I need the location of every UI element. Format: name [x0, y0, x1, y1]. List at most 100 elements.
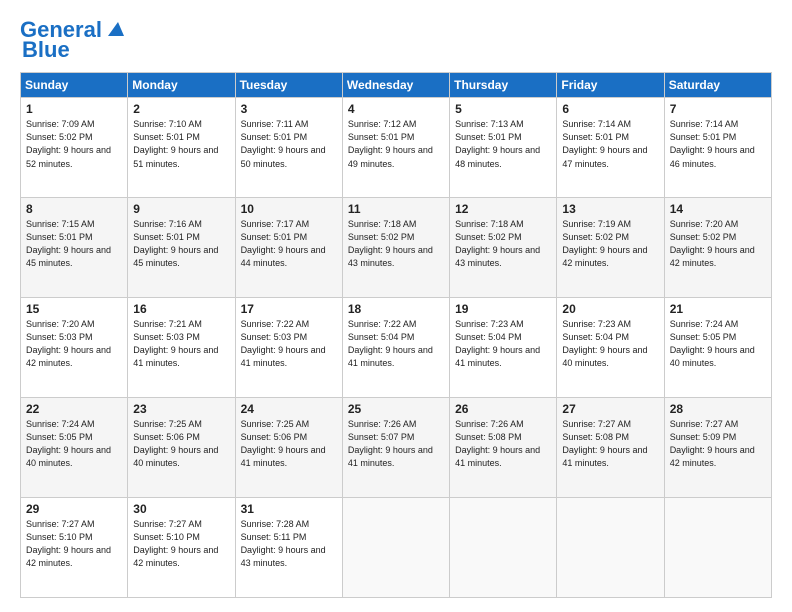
day-info: Sunrise: 7:16 AMSunset: 5:01 PMDaylight:… — [133, 219, 218, 268]
week-row-2: 8 Sunrise: 7:15 AMSunset: 5:01 PMDaylight… — [21, 198, 772, 298]
day-number: 2 — [133, 102, 229, 116]
day-info: Sunrise: 7:19 AMSunset: 5:02 PMDaylight:… — [562, 219, 647, 268]
day-number: 13 — [562, 202, 658, 216]
logo-blue: Blue — [22, 38, 70, 62]
calendar-cell: 31 Sunrise: 7:28 AMSunset: 5:11 PMDayligh… — [235, 498, 342, 598]
week-row-1: 1 Sunrise: 7:09 AMSunset: 5:02 PMDaylight… — [21, 98, 772, 198]
col-header-wednesday: Wednesday — [342, 73, 449, 98]
day-number: 8 — [26, 202, 122, 216]
day-info: Sunrise: 7:14 AMSunset: 5:01 PMDaylight:… — [562, 119, 647, 168]
day-info: Sunrise: 7:20 AMSunset: 5:03 PMDaylight:… — [26, 319, 111, 368]
day-info: Sunrise: 7:27 AMSunset: 5:10 PMDaylight:… — [26, 519, 111, 568]
calendar-cell: 12 Sunrise: 7:18 AMSunset: 5:02 PMDayligh… — [450, 198, 557, 298]
calendar-cell: 20Sunrise: 7:23 AMSunset: 5:04 PMDayligh… — [557, 298, 664, 398]
day-number: 9 — [133, 202, 229, 216]
day-number: 18 — [348, 302, 444, 316]
col-header-thursday: Thursday — [450, 73, 557, 98]
day-info: Sunrise: 7:18 AMSunset: 5:02 PMDaylight:… — [455, 219, 540, 268]
day-number: 1 — [26, 102, 122, 116]
day-number: 26 — [455, 402, 551, 416]
week-row-3: 15 Sunrise: 7:20 AMSunset: 5:03 PMDayligh… — [21, 298, 772, 398]
col-header-sunday: Sunday — [21, 73, 128, 98]
day-info: Sunrise: 7:17 AMSunset: 5:01 PMDaylight:… — [241, 219, 326, 268]
day-info: Sunrise: 7:18 AMSunset: 5:02 PMDaylight:… — [348, 219, 433, 268]
day-number: 15 — [26, 302, 122, 316]
calendar-cell: 5 Sunrise: 7:13 AMSunset: 5:01 PMDaylight… — [450, 98, 557, 198]
day-info: Sunrise: 7:27 AMSunset: 5:08 PMDaylight:… — [562, 419, 647, 468]
day-number: 20 — [562, 302, 658, 316]
calendar-cell: 6 Sunrise: 7:14 AMSunset: 5:01 PMDaylight… — [557, 98, 664, 198]
calendar-cell: 23 Sunrise: 7:25 AMSunset: 5:06 PMDayligh… — [128, 398, 235, 498]
calendar-cell: 25Sunrise: 7:26 AMSunset: 5:07 PMDayligh… — [342, 398, 449, 498]
calendar-cell — [450, 498, 557, 598]
day-info: Sunrise: 7:09 AMSunset: 5:02 PMDaylight:… — [26, 119, 111, 168]
calendar-cell: 7 Sunrise: 7:14 AMSunset: 5:01 PMDaylight… — [664, 98, 771, 198]
calendar-cell: 18 Sunrise: 7:22 AMSunset: 5:04 PMDayligh… — [342, 298, 449, 398]
day-info: Sunrise: 7:22 AMSunset: 5:03 PMDaylight:… — [241, 319, 326, 368]
calendar-cell: 8 Sunrise: 7:15 AMSunset: 5:01 PMDaylight… — [21, 198, 128, 298]
day-number: 24 — [241, 402, 337, 416]
calendar-cell: 28 Sunrise: 7:27 AMSunset: 5:09 PMDayligh… — [664, 398, 771, 498]
day-number: 10 — [241, 202, 337, 216]
day-info: Sunrise: 7:14 AMSunset: 5:01 PMDaylight:… — [670, 119, 755, 168]
header: General Blue — [20, 18, 772, 62]
day-number: 6 — [562, 102, 658, 116]
calendar-cell: 1 Sunrise: 7:09 AMSunset: 5:02 PMDaylight… — [21, 98, 128, 198]
day-number: 23 — [133, 402, 229, 416]
day-number: 22 — [26, 402, 122, 416]
day-info: Sunrise: 7:27 AMSunset: 5:09 PMDaylight:… — [670, 419, 755, 468]
calendar-cell — [664, 498, 771, 598]
day-info: Sunrise: 7:13 AMSunset: 5:01 PMDaylight:… — [455, 119, 540, 168]
calendar-cell: 9 Sunrise: 7:16 AMSunset: 5:01 PMDaylight… — [128, 198, 235, 298]
day-info: Sunrise: 7:22 AMSunset: 5:04 PMDaylight:… — [348, 319, 433, 368]
col-header-tuesday: Tuesday — [235, 73, 342, 98]
day-info: Sunrise: 7:10 AMSunset: 5:01 PMDaylight:… — [133, 119, 218, 168]
day-info: Sunrise: 7:15 AMSunset: 5:01 PMDaylight:… — [26, 219, 111, 268]
day-info: Sunrise: 7:28 AMSunset: 5:11 PMDaylight:… — [241, 519, 326, 568]
calendar-cell: 22Sunrise: 7:24 AMSunset: 5:05 PMDayligh… — [21, 398, 128, 498]
calendar-cell: 10 Sunrise: 7:17 AMSunset: 5:01 PMDayligh… — [235, 198, 342, 298]
day-info: Sunrise: 7:26 AMSunset: 5:08 PMDaylight:… — [455, 419, 540, 468]
page: General Blue SundayMondayTuesdayWednesda… — [0, 0, 792, 612]
day-number: 5 — [455, 102, 551, 116]
day-number: 4 — [348, 102, 444, 116]
day-number: 27 — [562, 402, 658, 416]
col-header-saturday: Saturday — [664, 73, 771, 98]
calendar-cell: 27 Sunrise: 7:27 AMSunset: 5:08 PMDayligh… — [557, 398, 664, 498]
day-number: 12 — [455, 202, 551, 216]
day-number: 14 — [670, 202, 766, 216]
calendar-cell: 17Sunrise: 7:22 AMSunset: 5:03 PMDayligh… — [235, 298, 342, 398]
day-info: Sunrise: 7:23 AMSunset: 5:04 PMDaylight:… — [455, 319, 540, 368]
day-number: 7 — [670, 102, 766, 116]
day-number: 3 — [241, 102, 337, 116]
logo: General Blue — [20, 18, 126, 62]
col-header-friday: Friday — [557, 73, 664, 98]
calendar-table: SundayMondayTuesdayWednesdayThursdayFrid… — [20, 72, 772, 598]
calendar-cell: 16 Sunrise: 7:21 AMSunset: 5:03 PMDayligh… — [128, 298, 235, 398]
col-header-monday: Monday — [128, 73, 235, 98]
day-number: 28 — [670, 402, 766, 416]
day-info: Sunrise: 7:21 AMSunset: 5:03 PMDaylight:… — [133, 319, 218, 368]
calendar-cell: 21Sunrise: 7:24 AMSunset: 5:05 PMDayligh… — [664, 298, 771, 398]
day-number: 29 — [26, 502, 122, 516]
calendar-cell: 2 Sunrise: 7:10 AMSunset: 5:01 PMDaylight… — [128, 98, 235, 198]
day-info: Sunrise: 7:12 AMSunset: 5:01 PMDaylight:… — [348, 119, 433, 168]
calendar-cell: 15 Sunrise: 7:20 AMSunset: 5:03 PMDayligh… — [21, 298, 128, 398]
day-number: 16 — [133, 302, 229, 316]
calendar-cell: 11 Sunrise: 7:18 AMSunset: 5:02 PMDayligh… — [342, 198, 449, 298]
day-number: 31 — [241, 502, 337, 516]
calendar-cell: 13 Sunrise: 7:19 AMSunset: 5:02 PMDayligh… — [557, 198, 664, 298]
day-info: Sunrise: 7:26 AMSunset: 5:07 PMDaylight:… — [348, 419, 433, 468]
week-row-5: 29 Sunrise: 7:27 AMSunset: 5:10 PMDayligh… — [21, 498, 772, 598]
day-info: Sunrise: 7:25 AMSunset: 5:06 PMDaylight:… — [133, 419, 218, 468]
day-info: Sunrise: 7:20 AMSunset: 5:02 PMDaylight:… — [670, 219, 755, 268]
calendar-cell: 4 Sunrise: 7:12 AMSunset: 5:01 PMDaylight… — [342, 98, 449, 198]
day-number: 19 — [455, 302, 551, 316]
calendar-cell — [342, 498, 449, 598]
calendar-cell: 24Sunrise: 7:25 AMSunset: 5:06 PMDayligh… — [235, 398, 342, 498]
day-info: Sunrise: 7:27 AMSunset: 5:10 PMDaylight:… — [133, 519, 218, 568]
week-row-4: 22Sunrise: 7:24 AMSunset: 5:05 PMDayligh… — [21, 398, 772, 498]
day-number: 11 — [348, 202, 444, 216]
logo-icon — [104, 18, 126, 40]
day-number: 30 — [133, 502, 229, 516]
